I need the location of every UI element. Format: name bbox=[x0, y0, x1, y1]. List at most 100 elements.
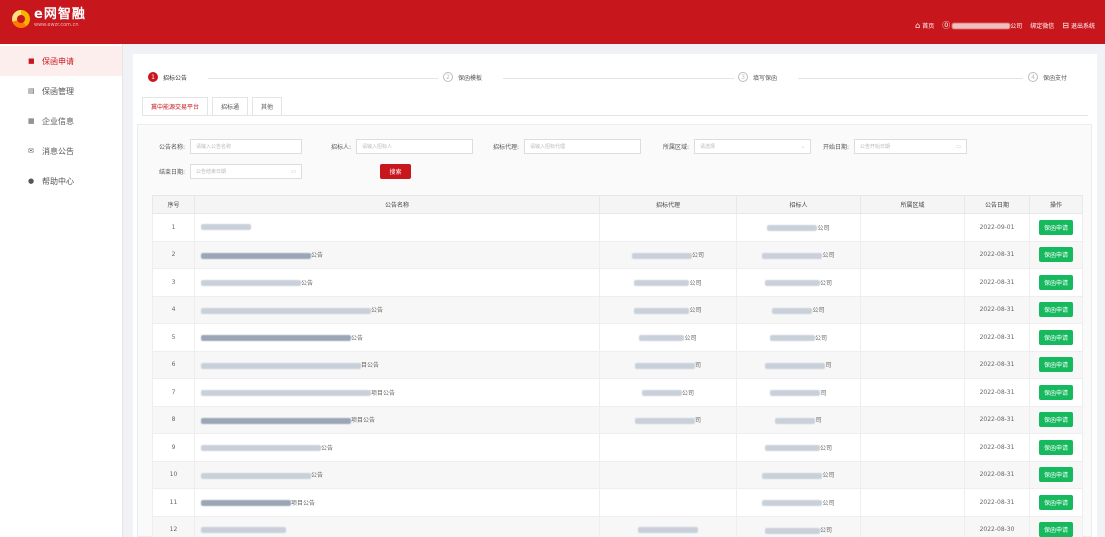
grid-icon: ▦ bbox=[28, 117, 35, 125]
table-row: 6 目公告 司 司 2022-08-31 保函申请 bbox=[152, 350, 1083, 379]
sidebar-item-label: 帮助中心 bbox=[42, 176, 74, 186]
table-body: 1 公司 2022-09-01 保函申请 2 公告 公司 公司 2022-08-31 保函申请 3 公… bbox=[152, 213, 1083, 537]
tender-agent bbox=[599, 460, 737, 489]
announcement-date: 2022-08-31 bbox=[964, 460, 1030, 489]
redacted-text bbox=[631, 252, 692, 259]
row-number: 2 bbox=[152, 240, 195, 269]
table-row: 2 公告 公司 公司 2022-08-31 保函申请 bbox=[152, 240, 1083, 269]
cell-text: 司 bbox=[815, 417, 822, 425]
guarantee-apply-button[interactable]: 保函申请 bbox=[1038, 384, 1073, 400]
step-connector bbox=[208, 78, 438, 79]
announcement-date: 2022-09-01 bbox=[964, 213, 1030, 242]
home-icon: ⌂ bbox=[915, 21, 921, 30]
redacted-text bbox=[765, 362, 826, 369]
announcement-date: 2022-08-31 bbox=[964, 488, 1030, 517]
step-label: 招标公告 bbox=[163, 74, 188, 82]
redacted-text bbox=[762, 500, 823, 507]
search-button[interactable]: 搜索 bbox=[380, 164, 411, 179]
cell-text: 2022-08-31 bbox=[979, 416, 1015, 424]
redacted-text bbox=[201, 307, 371, 314]
company-link[interactable]: ⓪ 公司 bbox=[942, 20, 1022, 31]
brand-logo[interactable]: e网智融 www.ewzr.com.cn bbox=[12, 8, 86, 29]
tenderer-input[interactable]: 请输入招标人 bbox=[356, 139, 474, 154]
table-row: 11 项目公告 公司 2022-08-31 保函申请 bbox=[152, 488, 1083, 517]
tender-agent: 司 bbox=[599, 350, 737, 379]
cell-text: 公司 bbox=[822, 499, 835, 507]
chevron-down-icon: ⌄ bbox=[800, 143, 806, 150]
cell-text: 公司 bbox=[684, 334, 697, 342]
guarantee-apply-button[interactable]: 保函申请 bbox=[1038, 302, 1073, 318]
step-number: 4 bbox=[1028, 72, 1038, 82]
redacted-text bbox=[767, 225, 818, 232]
tenderer: 公司 bbox=[736, 460, 861, 489]
guarantee-apply-button[interactable]: 保函申请 bbox=[1038, 247, 1073, 263]
col-header-agent: 招标代理 bbox=[599, 195, 737, 214]
redacted-text bbox=[201, 252, 311, 259]
tab-other[interactable]: 其他 bbox=[252, 97, 283, 115]
guarantee-apply-button[interactable]: 保函申请 bbox=[1038, 219, 1073, 235]
step-connector bbox=[798, 78, 1023, 79]
row-number: 6 bbox=[152, 350, 195, 379]
start-date-input[interactable]: 公告开始日期 ▭ bbox=[854, 139, 968, 154]
redacted-text bbox=[638, 526, 698, 533]
row-number: 7 bbox=[152, 378, 195, 407]
agent-input[interactable]: 请输入招标代理 bbox=[524, 139, 642, 154]
table-row: 7 项目公告 公司 司 2022-08-31 保函申请 bbox=[152, 378, 1083, 407]
table-header-row: 序号 公告名称 招标代理 招标人 所属区域 公告日期 操作 bbox=[152, 195, 1083, 214]
tab-zhaobiaotong[interactable]: 招标通 bbox=[212, 97, 249, 115]
row-number: 1 bbox=[152, 213, 195, 242]
sidebar-item-help[interactable]: ● 帮助中心 bbox=[0, 166, 122, 196]
cell-text: 2 bbox=[171, 251, 176, 259]
table-row: 9 公告 公司 2022-08-31 保函申请 bbox=[152, 433, 1083, 462]
sidebar-item-guarantee-apply[interactable]: ■ 保函申请 bbox=[0, 46, 122, 76]
square-icon: ■ bbox=[28, 57, 35, 65]
sidebar-item-guarantee-manage[interactable]: ▤ 保函管理 bbox=[0, 76, 122, 106]
home-link[interactable]: ⌂ 首页 bbox=[915, 21, 934, 30]
cell-text: 公司 bbox=[689, 307, 702, 315]
row-number: 11 bbox=[152, 488, 195, 517]
tender-agent bbox=[599, 213, 737, 242]
col-header-region: 所属区域 bbox=[860, 195, 965, 214]
end-date-input[interactable]: 公告结束日期 ▭ bbox=[190, 164, 303, 179]
announcement-date: 2022-08-31 bbox=[964, 323, 1030, 352]
step-number: 2 bbox=[443, 72, 453, 82]
guarantee-apply-button[interactable]: 保函申请 bbox=[1038, 274, 1073, 290]
logout-link[interactable]: ⊟ 退出系统 bbox=[1062, 21, 1095, 30]
tab-jizhong-platform[interactable]: 冀中能源交易平台 bbox=[142, 97, 209, 115]
sidebar-item-company-info[interactable]: ▦ 企业信息 bbox=[0, 106, 122, 136]
guarantee-apply-button[interactable]: 保函申请 bbox=[1038, 412, 1073, 428]
bind-wechat-link[interactable]: 绑定微信 bbox=[1030, 21, 1054, 30]
guarantee-apply-button[interactable]: 保函申请 bbox=[1038, 522, 1073, 537]
row-number: 4 bbox=[152, 295, 195, 324]
guarantee-apply-button[interactable]: 保函申请 bbox=[1038, 329, 1073, 345]
brand-name: e网智融 bbox=[34, 7, 86, 22]
redacted-text bbox=[201, 224, 251, 231]
action-cell: 保函申请 bbox=[1029, 240, 1083, 269]
top-header: e网智融 www.ewzr.com.cn ⌂ 首页 ⓪ 公司 绑定微信 ⊟ 退出… bbox=[0, 0, 1105, 44]
tenderer: 公司 bbox=[736, 268, 861, 297]
announcement-date: 2022-08-31 bbox=[964, 405, 1030, 434]
action-cell: 保函申请 bbox=[1029, 488, 1083, 517]
redacted-text bbox=[772, 307, 813, 314]
guarantee-apply-button[interactable]: 保函申请 bbox=[1038, 494, 1073, 510]
guarantee-apply-button[interactable]: 保函申请 bbox=[1038, 439, 1073, 455]
region-select[interactable]: 请选择 ⌄ bbox=[694, 139, 812, 154]
action-cell: 保函申请 bbox=[1029, 268, 1083, 297]
redacted-text bbox=[201, 526, 286, 533]
sidebar-item-messages[interactable]: ✉ 消息公告 bbox=[0, 136, 122, 166]
tender-agent bbox=[599, 515, 737, 537]
help-icon: ● bbox=[28, 177, 35, 185]
cell-text: 9 bbox=[171, 443, 176, 451]
cell-text: 公司 bbox=[822, 252, 835, 260]
sidebar-item-label: 保函申请 bbox=[42, 56, 74, 66]
cell-text: 2022-09-01 bbox=[979, 223, 1015, 231]
guarantee-apply-button[interactable]: 保函申请 bbox=[1038, 357, 1073, 373]
action-cell: 保函申请 bbox=[1029, 515, 1083, 537]
cell-text: 公告 bbox=[351, 334, 364, 342]
guarantee-apply-button[interactable]: 保函申请 bbox=[1038, 467, 1073, 483]
announcement-name-input[interactable]: 请输入公告名称 bbox=[190, 139, 303, 154]
redacted-text bbox=[201, 362, 361, 369]
tenderer: 公司 bbox=[736, 213, 861, 242]
step-label: 保函模板 bbox=[458, 74, 483, 82]
redacted-text bbox=[201, 500, 291, 507]
